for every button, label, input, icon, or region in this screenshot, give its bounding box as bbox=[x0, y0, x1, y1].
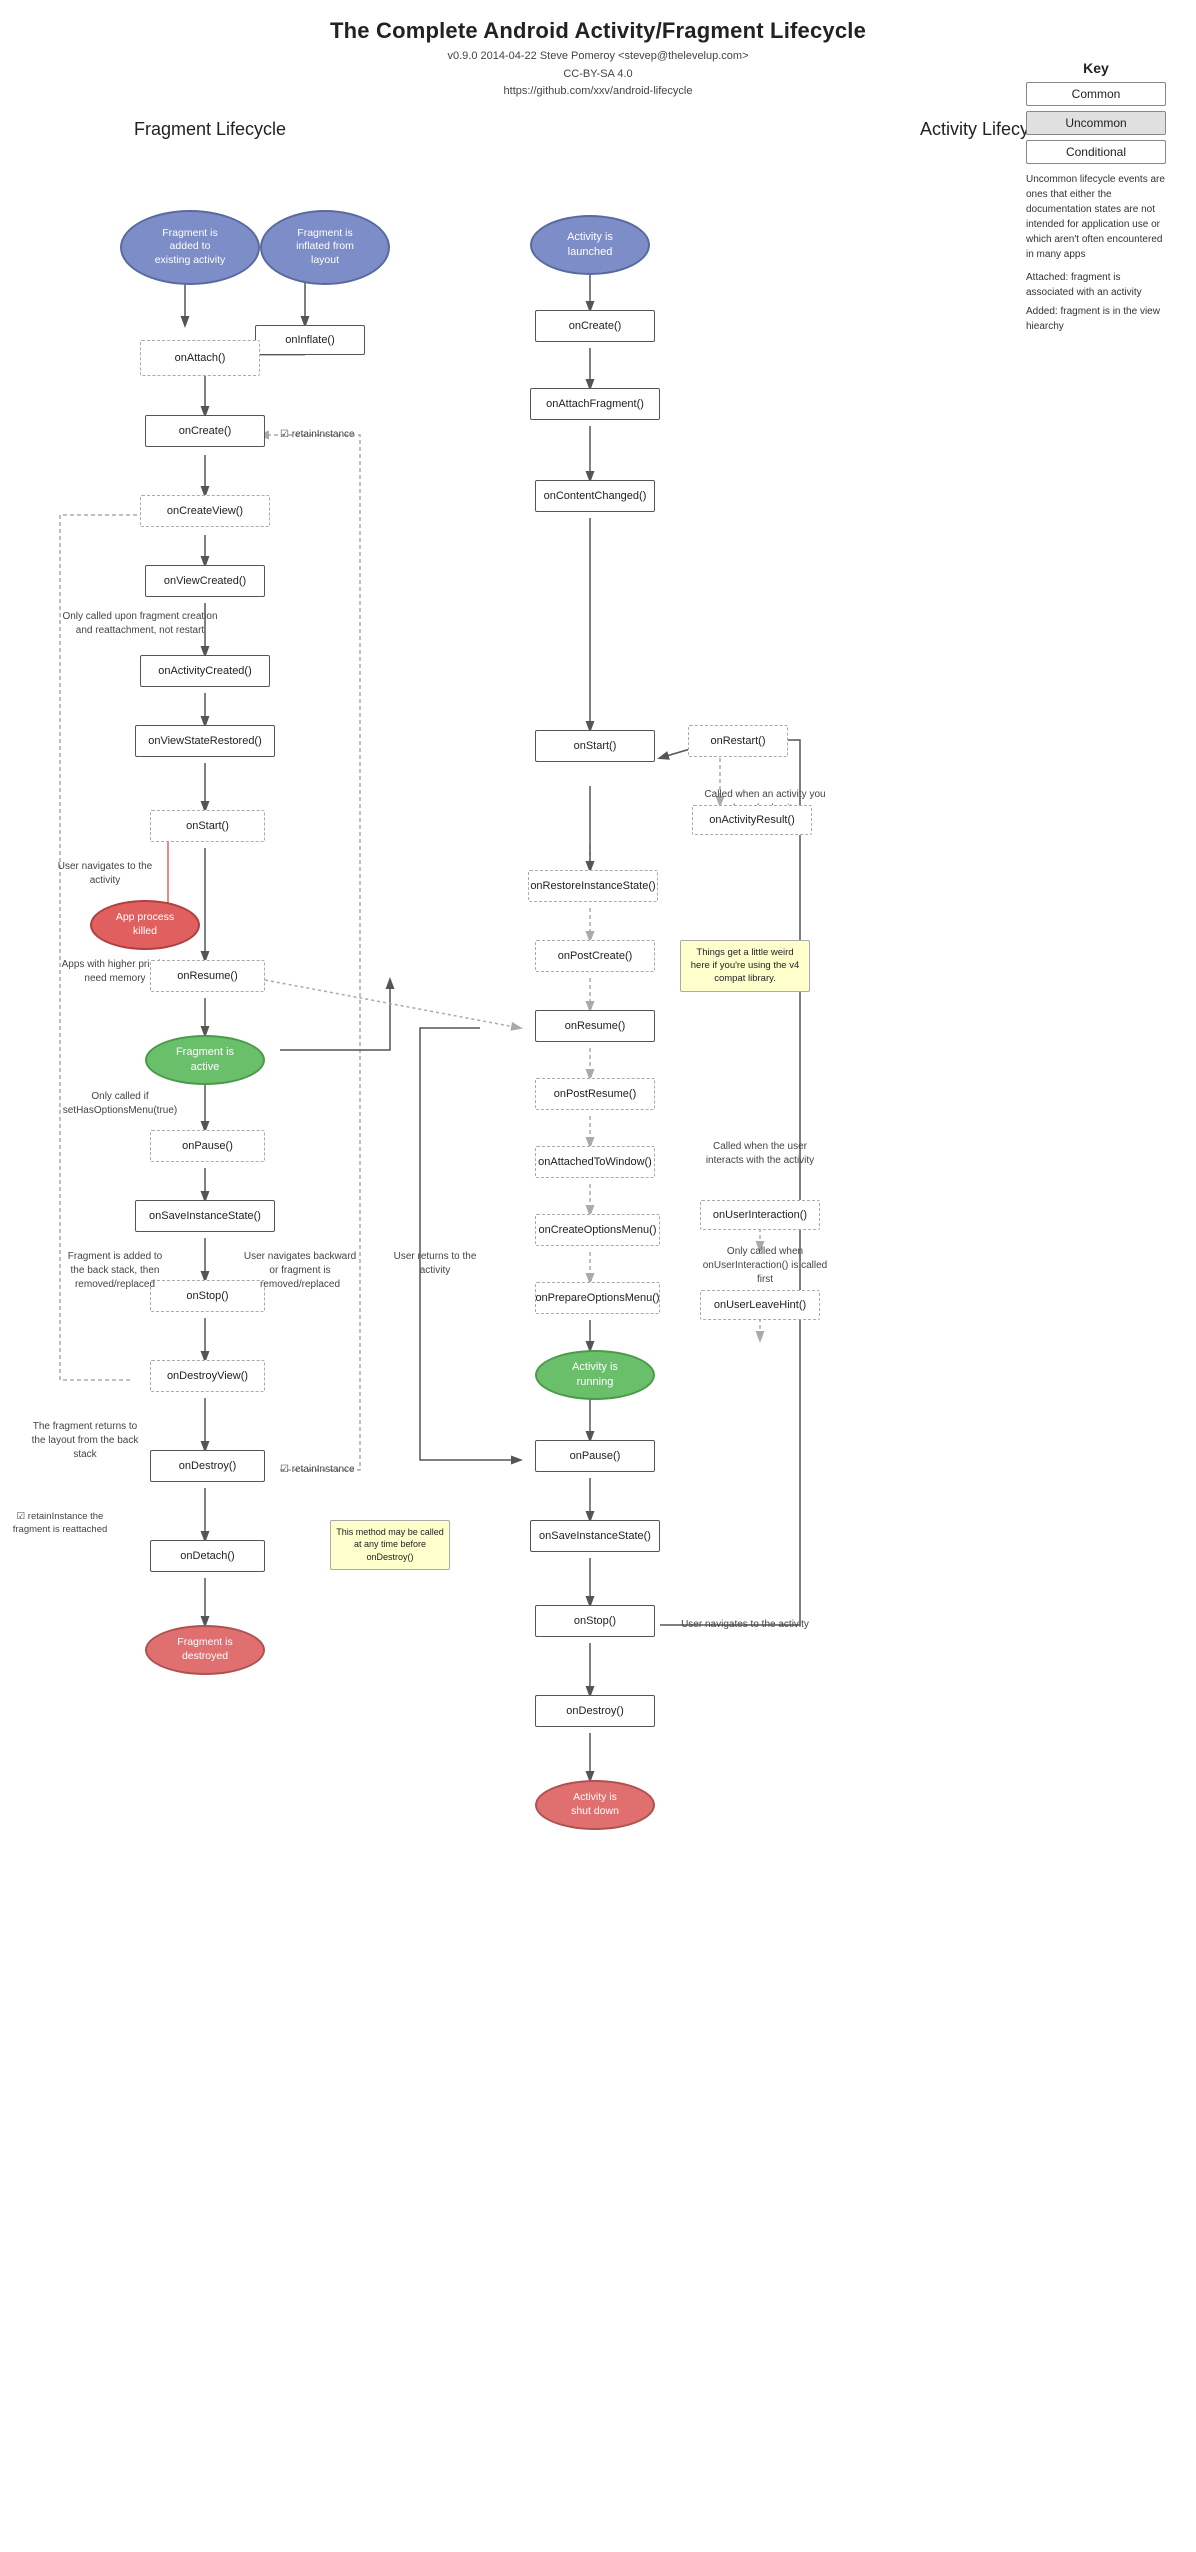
label-fragment-back-stack: Fragment is added to the back stack, the… bbox=[60, 1250, 170, 1292]
node-on-create-options: onCreateOptionsMenu() bbox=[535, 1214, 660, 1246]
node-on-create-activity: onCreate() bbox=[535, 310, 655, 342]
key-title: Key bbox=[1026, 60, 1166, 76]
label-user-navigates: User navigates to the activity bbox=[55, 860, 155, 888]
node-on-attached-window: onAttachedToWindow() bbox=[535, 1146, 655, 1178]
node-on-save-fragment: onSaveInstanceState() bbox=[135, 1200, 275, 1232]
node-on-user-leave: onUserLeaveHint() bbox=[700, 1290, 820, 1320]
label-retain-1: ☑ retainInstance bbox=[280, 428, 355, 442]
key-uncommon: Uncommon bbox=[1026, 111, 1166, 135]
node-on-view-state-restored: onViewStateRestored() bbox=[135, 725, 275, 757]
fragment-section-header: Fragment Lifecycle bbox=[60, 119, 360, 140]
node-on-pause-activity: onPause() bbox=[535, 1440, 655, 1472]
node-on-destroy-activity: onDestroy() bbox=[535, 1695, 655, 1727]
node-on-activity-result: onActivityResult() bbox=[692, 805, 812, 835]
node-things-weird: Things get a little weird here if you're… bbox=[680, 940, 810, 992]
node-on-stop-activity: onStop() bbox=[535, 1605, 655, 1637]
node-on-start-activity: onStart() bbox=[535, 730, 655, 762]
subtitle: v0.9.0 2014-04-22 Steve Pomeroy <stevep@… bbox=[0, 48, 1196, 101]
label-only-set-has: Only called if setHasOptionsMenu(true) bbox=[60, 1090, 180, 1118]
node-on-post-resume: onPostResume() bbox=[535, 1078, 655, 1110]
node-on-user-interaction: onUserInteraction() bbox=[700, 1200, 820, 1230]
node-activity-launched: Activity is launched bbox=[530, 215, 650, 275]
label-user-backward: User navigates backward or fragment is r… bbox=[240, 1250, 360, 1292]
label-retain-reattached: ☑ retainInstance the fragment is reattac… bbox=[10, 1510, 110, 1537]
node-on-destroy-fragment: onDestroy() bbox=[150, 1450, 265, 1482]
node-activity-running: Activity is running bbox=[535, 1350, 655, 1400]
key-common: Common bbox=[1026, 82, 1166, 106]
node-on-pause-fragment: onPause() bbox=[150, 1130, 265, 1162]
node-on-create-fragment: onCreate() bbox=[145, 415, 265, 447]
node-fragment-added: Fragment is added to existing activity bbox=[120, 210, 260, 285]
node-app-process-killed: App process killed bbox=[90, 900, 200, 950]
node-on-content-changed: onContentChanged() bbox=[535, 480, 655, 512]
node-on-attach-fragment: onAttachFragment() bbox=[530, 388, 660, 420]
node-fragment-inflated: Fragment is inflated from layout bbox=[260, 210, 390, 285]
label-user-interacts: Called when the user interacts with the … bbox=[700, 1140, 820, 1168]
node-fragment-destroyed: Fragment is destroyed bbox=[145, 1625, 265, 1675]
page: The Complete Android Activity/Fragment L… bbox=[0, 0, 1196, 2552]
label-only-user: Only called when onUserInteraction() is … bbox=[700, 1245, 830, 1287]
node-on-detach: onDetach() bbox=[150, 1540, 265, 1572]
node-on-destroy-view: onDestroyView() bbox=[150, 1360, 265, 1392]
section-headers: Fragment Lifecycle Activity Lifecycle bbox=[0, 119, 1196, 140]
node-this-method-note: This method may be called at any time be… bbox=[330, 1520, 450, 1570]
node-on-prepare-options: onPrepareOptionsMenu() bbox=[535, 1282, 660, 1314]
node-on-start-fragment: onStart() bbox=[150, 810, 265, 842]
label-retain-2: ☑ retainInstance bbox=[280, 1463, 355, 1477]
label-fragment-returns: The fragment returns to the layout from … bbox=[30, 1420, 140, 1462]
node-on-post-create: onPostCreate() bbox=[535, 940, 655, 972]
node-on-restart: onRestart() bbox=[688, 725, 788, 757]
label-only-creation: Only called upon fragment creation and r… bbox=[60, 610, 220, 638]
node-on-inflate: onInflate() bbox=[255, 325, 365, 355]
node-on-resume-activity: onResume() bbox=[535, 1010, 655, 1042]
node-on-save-activity: onSaveInstanceState() bbox=[530, 1520, 660, 1552]
node-on-resume-fragment: onResume() bbox=[150, 960, 265, 992]
label-user-returns: User returns to the activity bbox=[390, 1250, 480, 1278]
node-on-attach: onAttach() bbox=[140, 340, 260, 376]
node-on-create-view: onCreateView() bbox=[140, 495, 270, 527]
page-title: The Complete Android Activity/Fragment L… bbox=[0, 0, 1196, 44]
node-fragment-active: Fragment is active bbox=[145, 1035, 265, 1085]
diagram: Fragment is added to existing activity F… bbox=[0, 150, 1196, 2500]
label-user-nav-stop: User navigates to the activity bbox=[680, 1618, 810, 1632]
node-on-restore-instance: onRestoreInstanceState() bbox=[528, 870, 658, 902]
node-activity-shut-down: Activity is shut down bbox=[535, 1780, 655, 1830]
node-on-view-created: onViewCreated() bbox=[145, 565, 265, 597]
node-on-activity-created: onActivityCreated() bbox=[140, 655, 270, 687]
